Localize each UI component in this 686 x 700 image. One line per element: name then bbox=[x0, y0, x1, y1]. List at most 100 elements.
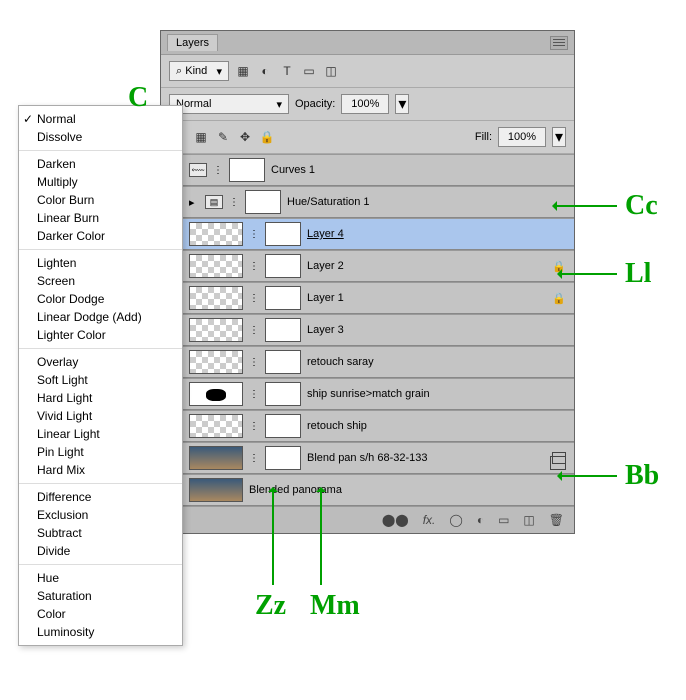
layer-mask-thumb[interactable] bbox=[265, 318, 301, 342]
pixel-filter-icon[interactable]: ▦ bbox=[235, 63, 251, 79]
blend-mode-item[interactable]: Vivid Light bbox=[19, 407, 182, 425]
link-icon[interactable]: ⋮ bbox=[249, 259, 259, 273]
blend-mode-item[interactable]: Pin Light bbox=[19, 443, 182, 461]
layer-fx-icon[interactable]: fx. bbox=[423, 513, 436, 527]
blend-mode-item[interactable]: Difference bbox=[19, 488, 182, 506]
blend-mode-item[interactable]: Darker Color bbox=[19, 227, 182, 245]
layer-name[interactable]: ship sunrise>match grain bbox=[307, 388, 566, 400]
fill-input[interactable]: 100% bbox=[498, 127, 546, 147]
blend-mode-item[interactable]: Lighten bbox=[19, 254, 182, 272]
layer-thumb[interactable] bbox=[189, 318, 243, 342]
layer-name[interactable]: retouch saray bbox=[307, 356, 566, 368]
link-icon[interactable]: ⋮ bbox=[249, 355, 259, 369]
link-icon[interactable]: ⋮ bbox=[249, 451, 259, 465]
blend-mode-item[interactable]: Linear Light bbox=[19, 425, 182, 443]
blend-mode-item[interactable]: Subtract bbox=[19, 524, 182, 542]
smartobj-filter-icon[interactable]: ◫ bbox=[323, 63, 339, 79]
layer-name[interactable]: Layer 4 bbox=[307, 228, 566, 240]
blend-mode-item[interactable]: Divide bbox=[19, 542, 182, 560]
shape-filter-icon[interactable]: ▭ bbox=[301, 63, 317, 79]
layer-name[interactable]: Layer 3 bbox=[307, 324, 566, 336]
link-icon[interactable]: ⋮ bbox=[229, 195, 239, 209]
layer-mask-thumb[interactable] bbox=[265, 382, 301, 406]
lock-transparency-icon[interactable]: ▦ bbox=[193, 129, 209, 145]
blend-mode-item[interactable]: Luminosity bbox=[19, 623, 182, 641]
lock-position-icon[interactable]: ✥ bbox=[237, 129, 253, 145]
layer-mask-thumb[interactable] bbox=[265, 350, 301, 374]
layer-thumb[interactable] bbox=[189, 350, 243, 374]
link-icon[interactable]: ⋮ bbox=[213, 163, 223, 177]
layer-thumb[interactable] bbox=[189, 222, 243, 246]
trash-icon[interactable]: 🗑 bbox=[549, 513, 564, 527]
layer-name[interactable]: Blend pan s/h 68-32-133 bbox=[307, 452, 546, 464]
layer-name[interactable]: Layer 1 bbox=[307, 292, 546, 304]
layer-name[interactable]: Curves 1 bbox=[271, 164, 566, 176]
layer-mask-thumb[interactable] bbox=[265, 222, 301, 246]
blend-mode-item[interactable]: Linear Dodge (Add) bbox=[19, 308, 182, 326]
blend-mode-item[interactable]: Multiply bbox=[19, 173, 182, 191]
filter-kind-dropdown[interactable]: ⌕ Kind ▾ bbox=[169, 61, 229, 81]
layer-thumb[interactable] bbox=[189, 478, 243, 502]
layer-row[interactable]: ⋮ retouch ship bbox=[161, 410, 574, 442]
blend-mode-item[interactable]: Normal bbox=[19, 110, 182, 128]
fx-arrow-icon[interactable]: ▸ bbox=[189, 196, 199, 209]
fill-flyout[interactable]: ▾ bbox=[552, 127, 566, 147]
blend-mode-item[interactable]: Darken bbox=[19, 155, 182, 173]
blend-mode-item[interactable]: Color Burn bbox=[19, 191, 182, 209]
adjustment-layer-icon[interactable]: ◐ bbox=[477, 513, 484, 527]
layer-name[interactable]: Layer 2 bbox=[307, 260, 546, 272]
blend-mode-item[interactable]: Hue bbox=[19, 569, 182, 587]
blend-mode-item[interactable]: Hard Mix bbox=[19, 461, 182, 479]
layer-name[interactable]: Blended panorama bbox=[249, 484, 566, 496]
panel-menu-icon[interactable] bbox=[550, 36, 568, 50]
layer-row[interactable]: Blended panorama bbox=[161, 474, 574, 506]
layer-row[interactable]: ⋮Layer 2🔒 bbox=[161, 250, 574, 282]
blend-mode-menu[interactable]: NormalDissolveDarkenMultiplyColor BurnLi… bbox=[18, 105, 183, 646]
lock-pixels-icon[interactable]: ✎ bbox=[215, 129, 231, 145]
layer-name[interactable]: Hue/Saturation 1 bbox=[287, 196, 566, 208]
blend-mode-item[interactable]: Overlay bbox=[19, 353, 182, 371]
blend-mode-item[interactable]: Hard Light bbox=[19, 389, 182, 407]
layer-row[interactable]: ⋮ Layer 4 bbox=[161, 218, 574, 250]
link-icon[interactable]: ⋮ bbox=[249, 419, 259, 433]
layers-tab[interactable]: Layers bbox=[167, 34, 218, 51]
blend-mode-item[interactable]: Lighter Color bbox=[19, 326, 182, 344]
blend-mode-item[interactable]: Color Dodge bbox=[19, 290, 182, 308]
layer-mask-thumb[interactable] bbox=[265, 286, 301, 310]
layer-mask-thumb[interactable] bbox=[265, 254, 301, 278]
layer-thumb[interactable] bbox=[189, 254, 243, 278]
link-icon[interactable]: ⋮ bbox=[249, 323, 259, 337]
link-icon[interactable]: ⋮ bbox=[249, 387, 259, 401]
blend-mode-item[interactable]: Soft Light bbox=[19, 371, 182, 389]
link-icon[interactable]: ⋮ bbox=[249, 291, 259, 305]
layer-row[interactable]: ⋮ ship sunrise>match grain bbox=[161, 378, 574, 410]
layer-mask-thumb[interactable] bbox=[229, 158, 265, 182]
layer-name[interactable]: retouch ship bbox=[307, 420, 566, 432]
layer-row[interactable]: ⋮Layer 1🔒 bbox=[161, 282, 574, 314]
new-layer-icon[interactable]: ◫ bbox=[523, 513, 534, 527]
layer-mask-icon[interactable]: ◯ bbox=[449, 513, 462, 527]
blend-mode-item[interactable]: Exclusion bbox=[19, 506, 182, 524]
link-layers-icon[interactable]: ⬤⬤ bbox=[382, 513, 409, 527]
adjustment-filter-icon[interactable]: ◐ bbox=[257, 63, 273, 79]
blend-mode-item[interactable]: Color bbox=[19, 605, 182, 623]
layer-row[interactable]: ⋮ Layer 3 bbox=[161, 314, 574, 346]
group-icon[interactable]: ▭ bbox=[498, 513, 509, 527]
layer-mask-thumb[interactable] bbox=[245, 190, 281, 214]
layer-mask-thumb[interactable] bbox=[265, 414, 301, 438]
lock-all-icon[interactable]: 🔒 bbox=[259, 129, 275, 145]
type-filter-icon[interactable]: T bbox=[279, 63, 295, 79]
opacity-input[interactable]: 100% bbox=[341, 94, 389, 114]
blend-mode-item[interactable]: Dissolve bbox=[19, 128, 182, 146]
layer-thumb[interactable] bbox=[189, 414, 243, 438]
layer-row[interactable]: ⋮ Blend pan s/h 68-32-133 bbox=[161, 442, 574, 474]
layer-row[interactable]: ⋮ retouch saray bbox=[161, 346, 574, 378]
blend-mode-dropdown[interactable]: Normal▾ bbox=[169, 94, 289, 114]
opacity-flyout[interactable]: ▾ bbox=[395, 94, 409, 114]
layer-row[interactable]: ⬳⋮Curves 1 bbox=[161, 154, 574, 186]
layer-thumb[interactable] bbox=[189, 382, 243, 406]
layer-thumb[interactable] bbox=[189, 446, 243, 470]
link-icon[interactable]: ⋮ bbox=[249, 227, 259, 241]
layer-thumb[interactable] bbox=[189, 286, 243, 310]
blend-mode-item[interactable]: Linear Burn bbox=[19, 209, 182, 227]
